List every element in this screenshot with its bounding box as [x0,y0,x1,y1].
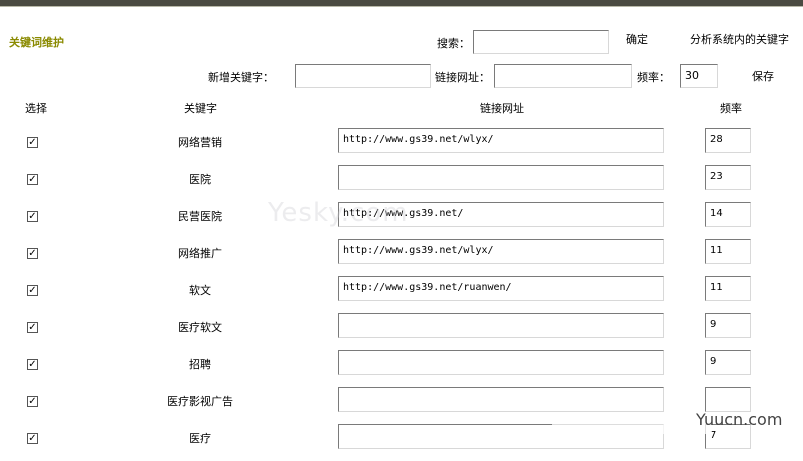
table-row: ✓ 网络营销 http://www.gs39.net/wlyx/ 28 [0,128,803,165]
row-keyword: 网络推广 [178,247,222,260]
row-checkbox[interactable]: ✓ [27,211,38,222]
row-keyword: 医疗软文 [178,321,222,334]
row-checkbox[interactable]: ✓ [27,322,38,333]
checkmark-icon: ✓ [28,174,37,185]
table-row: ✓ 招聘 9 [0,350,803,387]
row-keyword: 网络营销 [178,136,222,149]
table-row: ✓ 软文 http://www.gs39.net/ruanwen/ 11 [0,276,803,313]
header-frequency: 频率 [720,102,742,115]
row-frequency-input[interactable]: 14 [705,202,751,227]
checkmark-icon: ✓ [28,396,37,407]
row-keyword: 招聘 [189,358,211,371]
row-frequency-input[interactable]: 9 [705,350,751,375]
search-confirm-button[interactable]: 确定 [626,31,648,47]
row-checkbox[interactable]: ✓ [27,137,38,148]
header-keyword: 关键字 [184,102,217,115]
row-frequency-input[interactable]: 28 [705,128,751,153]
header-url: 链接网址 [480,102,524,115]
row-keyword: 民营医院 [178,210,222,223]
watermark-corner: Yuucn.com [696,410,783,429]
table-row: ✓ 医院 23 [0,165,803,202]
row-checkbox[interactable]: ✓ [27,285,38,296]
row-keyword: 软文 [189,284,211,297]
watermark-band [552,420,712,434]
row-checkbox[interactable]: ✓ [27,248,38,259]
save-button[interactable]: 保存 [752,68,774,84]
new-keyword-label: 新增关键字： [208,71,274,84]
table-row: ✓ 医疗影视广告 [0,387,803,424]
row-keyword: 医疗 [189,432,211,445]
row-frequency-input[interactable]: 23 [705,165,751,190]
link-url-label: 链接网址： [435,71,490,84]
top-bar-edge [0,6,803,7]
analyze-keywords-button[interactable]: 分析系统内的关键字 [690,31,789,47]
row-checkbox[interactable]: ✓ [27,174,38,185]
watermark-center: Yesky.com [268,198,409,228]
row-frequency-input[interactable] [705,387,751,412]
checkmark-icon: ✓ [28,359,37,370]
search-input[interactable] [473,30,609,54]
checkmark-icon: ✓ [28,433,37,444]
checkmark-icon: ✓ [28,211,37,222]
checkmark-icon: ✓ [28,248,37,259]
row-url-input[interactable] [338,313,664,338]
row-keyword: 医疗影视广告 [167,395,233,408]
header-select: 选择 [25,102,47,115]
row-url-input[interactable] [338,350,664,375]
row-checkbox[interactable]: ✓ [27,396,38,407]
table-row: ✓ 网络推广 http://www.gs39.net/wlyx/ 11 [0,239,803,276]
link-url-input[interactable] [494,64,632,88]
row-frequency-input[interactable]: 11 [705,276,751,301]
row-url-input[interactable]: http://www.gs39.net/wlyx/ [338,128,664,153]
row-checkbox[interactable]: ✓ [27,433,38,444]
row-checkbox[interactable]: ✓ [27,359,38,370]
checkmark-icon: ✓ [28,137,37,148]
row-frequency-input[interactable]: 11 [705,239,751,264]
table-row: ✓ 医疗软文 9 [0,313,803,350]
row-frequency-input[interactable]: 9 [705,313,751,338]
row-url-input[interactable]: http://www.gs39.net/ruanwen/ [338,276,664,301]
page-title: 关键词维护 [9,36,64,49]
row-url-input[interactable] [338,165,664,190]
checkmark-icon: ✓ [28,322,37,333]
row-url-input[interactable]: http://www.gs39.net/wlyx/ [338,239,664,264]
frequency-label: 频率： [637,71,670,84]
checkmark-icon: ✓ [28,285,37,296]
search-label: 搜索： [437,37,470,50]
row-url-input[interactable] [338,387,664,412]
frequency-input[interactable]: 30 [680,64,718,88]
row-keyword: 医院 [189,173,211,186]
new-keyword-input[interactable] [295,64,431,88]
